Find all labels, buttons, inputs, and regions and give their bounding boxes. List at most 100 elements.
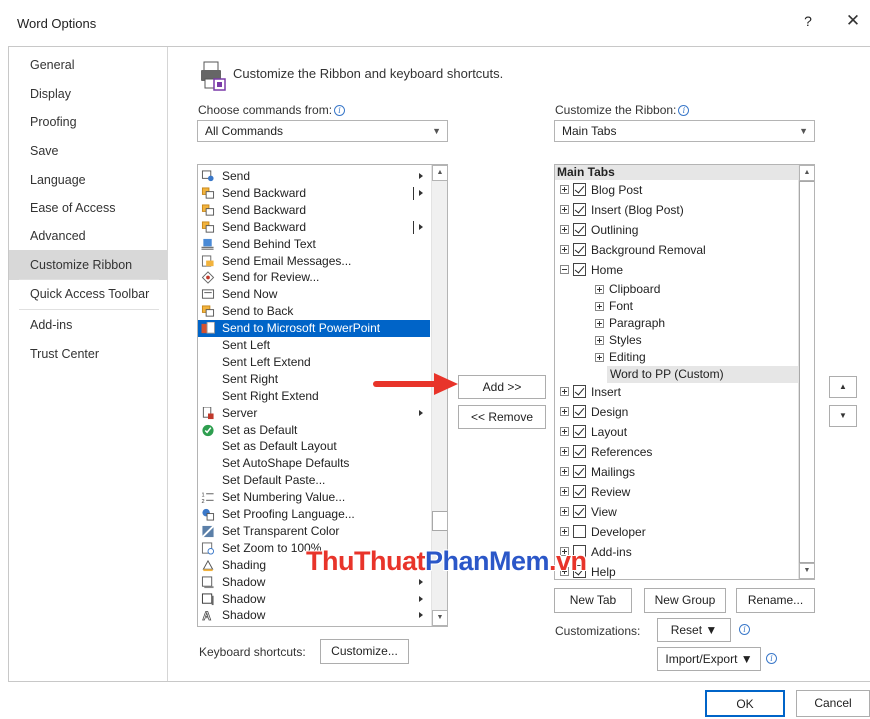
- ribbon-tree-item[interactable]: Word to PP (Custom): [607, 366, 798, 383]
- command-item[interactable]: Send for Review...: [198, 269, 430, 286]
- expand-icon[interactable]: [560, 205, 569, 214]
- command-item[interactable]: Send Backward: [198, 219, 430, 236]
- ribbon-tree-item[interactable]: Styles: [555, 332, 798, 349]
- ribbon-tree-item[interactable]: Insert: [555, 382, 798, 402]
- choose-commands-dropdown[interactable]: All Commands ▼: [197, 120, 448, 142]
- command-item[interactable]: Set as Default Layout: [198, 438, 430, 455]
- command-item[interactable]: Set as Default: [198, 422, 430, 439]
- cancel-button[interactable]: Cancel: [796, 690, 870, 717]
- nav-item-advanced[interactable]: Advanced: [9, 221, 168, 251]
- expand-icon[interactable]: [560, 447, 569, 456]
- expand-icon[interactable]: [560, 527, 569, 536]
- expand-icon[interactable]: [595, 302, 604, 311]
- tab-checkbox[interactable]: [573, 405, 586, 418]
- expand-icon[interactable]: [595, 319, 604, 328]
- scroll-down-icon[interactable]: ▼: [799, 563, 814, 579]
- expand-icon[interactable]: [560, 185, 569, 194]
- command-item[interactable]: Send Behind Text: [198, 236, 430, 253]
- nav-item-save[interactable]: Save: [9, 136, 168, 166]
- ribbon-tree-item[interactable]: Mailings: [555, 462, 798, 482]
- move-up-button[interactable]: ▲: [829, 376, 857, 398]
- command-item[interactable]: Set AutoShape Defaults: [198, 455, 430, 472]
- remove-button[interactable]: << Remove: [458, 405, 546, 429]
- nav-item-customize-ribbon[interactable]: Customize Ribbon: [9, 250, 168, 280]
- customize-ribbon-dropdown[interactable]: Main Tabs ▼: [554, 120, 815, 142]
- ok-button[interactable]: OK: [705, 690, 785, 717]
- expand-icon[interactable]: [560, 407, 569, 416]
- ribbon-tree-item[interactable]: Editing: [555, 349, 798, 366]
- ribbon-tree-item[interactable]: Layout: [555, 422, 798, 442]
- ribbon-tree-item[interactable]: View: [555, 502, 798, 522]
- expand-icon[interactable]: [560, 225, 569, 234]
- scroll-down-icon[interactable]: ▼: [432, 610, 447, 626]
- command-item[interactable]: Send to Microsoft PowerPoint: [198, 320, 430, 338]
- command-item[interactable]: Sent Left Extend: [198, 354, 430, 371]
- tab-checkbox[interactable]: [573, 183, 586, 196]
- tab-checkbox[interactable]: [573, 203, 586, 216]
- tab-checkbox[interactable]: [573, 263, 586, 276]
- nav-item-general[interactable]: General: [9, 50, 168, 80]
- ribbon-tree-item[interactable]: Insert (Blog Post): [555, 200, 798, 220]
- command-item[interactable]: Set Proofing Language...: [198, 506, 430, 523]
- nav-item-ease-of-access[interactable]: Ease of Access: [9, 193, 168, 223]
- command-item[interactable]: Set Default Paste...: [198, 472, 430, 489]
- expand-icon[interactable]: [560, 387, 569, 396]
- ribbon-tree-item[interactable]: Outlining: [555, 220, 798, 240]
- scroll-thumb[interactable]: [432, 511, 447, 531]
- nav-item-add-ins[interactable]: Add-ins: [9, 310, 168, 340]
- command-item[interactable]: Send Email Messages...: [198, 253, 430, 270]
- new-tab-button[interactable]: New Tab: [554, 588, 632, 613]
- tab-checkbox[interactable]: [573, 425, 586, 438]
- ribbon-tree-item[interactable]: Paragraph: [555, 315, 798, 332]
- command-item[interactable]: Sent Left: [198, 337, 430, 354]
- command-item[interactable]: Shadow: [198, 591, 430, 608]
- expand-icon[interactable]: [560, 487, 569, 496]
- ribbon-tree-item[interactable]: Review: [555, 482, 798, 502]
- ribbon-tree-item[interactable]: Background Removal: [555, 240, 798, 260]
- nav-item-trust-center[interactable]: Trust Center: [9, 339, 168, 369]
- help-button[interactable]: ?: [800, 13, 816, 29]
- command-item[interactable]: Send Backward: [198, 202, 430, 219]
- nav-item-proofing[interactable]: Proofing: [9, 107, 168, 137]
- ribbon-tree-item[interactable]: Developer: [555, 522, 798, 542]
- command-item[interactable]: Send Now: [198, 286, 430, 303]
- ribbon-tree-item[interactable]: Font: [555, 298, 798, 315]
- command-item[interactable]: Send to Back: [198, 303, 430, 320]
- new-group-button[interactable]: New Group: [644, 588, 726, 613]
- command-item[interactable]: Send: [198, 168, 430, 185]
- ribbon-tree-item[interactable]: References: [555, 442, 798, 462]
- command-item[interactable]: Send Backward: [198, 185, 430, 202]
- nav-item-display[interactable]: Display: [9, 79, 168, 109]
- close-button[interactable]: ✕: [842, 11, 864, 31]
- import-export-button[interactable]: Import/Export ▼: [657, 647, 761, 671]
- command-item[interactable]: Server: [198, 405, 430, 422]
- tab-checkbox[interactable]: [573, 243, 586, 256]
- ribbon-tree-item[interactable]: Blog Post: [555, 180, 798, 200]
- add-button[interactable]: Add >>: [458, 375, 546, 399]
- command-item[interactable]: A Shadow: [198, 607, 430, 624]
- expand-icon[interactable]: [560, 467, 569, 476]
- expand-icon[interactable]: [560, 245, 569, 254]
- tab-checkbox[interactable]: [573, 525, 586, 538]
- ribbon-tree[interactable]: Main Tabs Blog Post Insert (Blog Post) Out…: [554, 164, 815, 580]
- tab-checkbox[interactable]: [573, 445, 586, 458]
- tab-checkbox[interactable]: [573, 505, 586, 518]
- nav-item-language[interactable]: Language: [9, 165, 168, 195]
- move-down-button[interactable]: ▼: [829, 405, 857, 427]
- expand-icon[interactable]: [595, 285, 604, 294]
- tab-checkbox[interactable]: [573, 223, 586, 236]
- ribbon-tree-item[interactable]: Home: [555, 260, 798, 280]
- scroll-thumb[interactable]: [799, 181, 814, 563]
- command-item[interactable]: Set Transparent Color: [198, 523, 430, 540]
- expand-icon[interactable]: [560, 507, 569, 516]
- tab-checkbox[interactable]: [573, 385, 586, 398]
- scroll-up-icon[interactable]: ▲: [799, 165, 814, 181]
- expand-icon[interactable]: [595, 336, 604, 345]
- rename-button[interactable]: Rename...: [736, 588, 815, 613]
- ribbon-tree-item[interactable]: Help: [555, 562, 798, 579]
- scroll-up-icon[interactable]: ▲: [432, 165, 447, 181]
- ribbon-scrollbar[interactable]: ▲ ▼: [798, 165, 814, 579]
- tab-checkbox[interactable]: [573, 485, 586, 498]
- nav-item-quick-access-toolbar[interactable]: Quick Access Toolbar: [9, 279, 168, 309]
- expand-icon[interactable]: [560, 427, 569, 436]
